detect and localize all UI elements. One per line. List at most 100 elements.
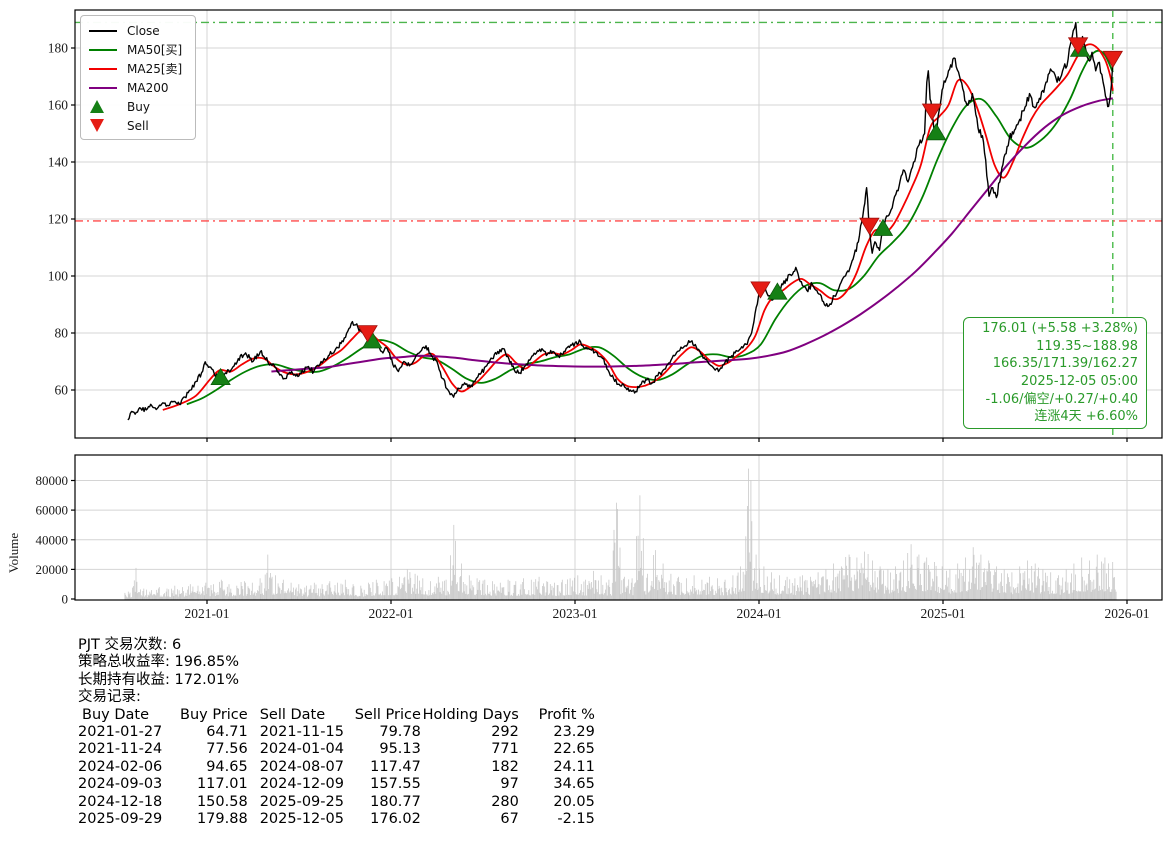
svg-text:80000: 80000 xyxy=(36,473,69,488)
legend: Close MA50[买] MA25[卖] MA200 Buy Sell xyxy=(80,15,196,140)
legend-label: MA25[卖] xyxy=(127,60,182,77)
trade-table-header: Buy DateBuy PriceSell DateSell PriceHold… xyxy=(78,707,595,724)
table-cell: 67 xyxy=(421,811,519,828)
table-row: 2024-09-03117.012024-12-09157.559734.65 xyxy=(78,776,595,793)
svg-text:20000: 20000 xyxy=(36,562,69,577)
legend-item-3: MA200 xyxy=(89,78,187,97)
legend-label: MA50[买] xyxy=(127,41,182,58)
table-row: 2025-09-29179.882025-12-05176.0267-2.15 xyxy=(78,811,595,828)
strategy-summary: PJT 交易次数: 6 策略总收益率: 196.85% 长期持有收益: 172.… xyxy=(78,637,595,828)
table-row: 2021-01-2764.712021-11-1579.7829223.29 xyxy=(78,724,595,741)
table-cell: 2025-09-29 xyxy=(78,811,180,828)
table-cell: 2021-11-24 xyxy=(78,741,180,758)
legend-line-swatch xyxy=(89,87,119,89)
trade-count-line: PJT 交易次数: 6 xyxy=(78,637,595,654)
legend-item-2: MA25[卖] xyxy=(89,59,187,78)
trade-record-label: 交易记录: xyxy=(78,689,595,706)
svg-text:2026-01: 2026-01 xyxy=(1105,606,1150,621)
table-cell: 2024-02-06 xyxy=(78,759,180,776)
info-line: 连涨4天 +6.60% xyxy=(968,408,1138,426)
legend-item-0: Close xyxy=(89,21,187,40)
buy-triangle-icon xyxy=(89,99,119,114)
svg-text:2025-01: 2025-01 xyxy=(921,606,966,621)
table-cell: 157.55 xyxy=(355,776,421,793)
table-row: 2024-12-18150.582025-09-25180.7728020.05 xyxy=(78,794,595,811)
svg-text:60000: 60000 xyxy=(36,503,69,518)
table-cell: 23.29 xyxy=(519,724,595,741)
legend-label: Buy xyxy=(127,100,150,114)
legend-label: MA200 xyxy=(127,81,168,95)
table-cell: 117.01 xyxy=(180,776,248,793)
table-cell: 2025-12-05 xyxy=(248,811,355,828)
legend-item-4: Buy xyxy=(89,97,187,116)
svg-text:180: 180 xyxy=(48,41,69,56)
strategy-return-line: 策略总收益率: 196.85% xyxy=(78,654,595,671)
svg-text:2022-01: 2022-01 xyxy=(369,606,414,621)
svg-text:160: 160 xyxy=(48,98,69,113)
info-line: -1.06/偏空/+0.27/+0.40 xyxy=(968,391,1138,409)
svg-text:40000: 40000 xyxy=(36,532,69,547)
info-line: 2025-12-05 05:00 xyxy=(968,373,1138,391)
table-cell: 179.88 xyxy=(180,811,248,828)
info-line: 119.35~188.98 xyxy=(968,338,1138,356)
table-cell: 292 xyxy=(421,724,519,741)
table-cell: 95.13 xyxy=(355,741,421,758)
table-cell: 176.02 xyxy=(355,811,421,828)
svg-text:Volume: Volume xyxy=(6,533,21,573)
table-cell: 97 xyxy=(421,776,519,793)
legend-label: Sell xyxy=(127,119,149,133)
legend-line-swatch xyxy=(89,30,119,32)
svg-text:60: 60 xyxy=(55,383,69,398)
svg-text:2023-01: 2023-01 xyxy=(553,606,598,621)
table-cell: 150.58 xyxy=(180,794,248,811)
legend-label: Close xyxy=(127,24,160,38)
table-row: 2021-11-2477.562024-01-0495.1377122.65 xyxy=(78,741,595,758)
svg-text:120: 120 xyxy=(48,212,69,227)
table-cell: 79.78 xyxy=(355,724,421,741)
svg-text:100: 100 xyxy=(48,269,69,284)
col-header: Buy Date xyxy=(78,707,180,724)
table-cell: 2024-12-09 xyxy=(248,776,355,793)
table-cell: 2024-12-18 xyxy=(78,794,180,811)
table-cell: 2021-01-27 xyxy=(78,724,180,741)
table-cell: 117.47 xyxy=(355,759,421,776)
svg-text:2021-01: 2021-01 xyxy=(185,606,230,621)
svg-text:2024-01: 2024-01 xyxy=(737,606,782,621)
table-cell: 2024-09-03 xyxy=(78,776,180,793)
info-line: 166.35/171.39/162.27 xyxy=(968,355,1138,373)
table-row: 2024-02-0694.652024-08-07117.4718224.11 xyxy=(78,759,595,776)
legend-line-swatch xyxy=(89,68,119,70)
col-header: Sell Price xyxy=(355,707,421,724)
trade-table: Buy DateBuy PriceSell DateSell PriceHold… xyxy=(78,707,595,829)
table-cell: 2024-01-04 xyxy=(248,741,355,758)
stock-strategy-dashboard: 60 80 100 120 140 160 180 0 20000 40000 60000 80000… xyxy=(0,0,1172,849)
svg-text:80: 80 xyxy=(55,326,69,341)
table-cell: 2025-09-25 xyxy=(248,794,355,811)
svg-text:0: 0 xyxy=(62,592,69,607)
col-header: Holding Days xyxy=(421,707,519,724)
table-cell: 22.65 xyxy=(519,741,595,758)
svg-text:140: 140 xyxy=(48,155,69,170)
table-cell: 24.11 xyxy=(519,759,595,776)
table-cell: 34.65 xyxy=(519,776,595,793)
col-header: Buy Price xyxy=(180,707,248,724)
table-cell: 77.56 xyxy=(180,741,248,758)
legend-line-swatch xyxy=(89,49,119,51)
table-cell: 2024-08-07 xyxy=(248,759,355,776)
table-cell: 182 xyxy=(421,759,519,776)
table-cell: 180.77 xyxy=(355,794,421,811)
table-cell: 280 xyxy=(421,794,519,811)
table-cell: 771 xyxy=(421,741,519,758)
legend-item-5: Sell xyxy=(89,116,187,135)
table-cell: -2.15 xyxy=(519,811,595,828)
col-header: Profit % xyxy=(519,707,595,724)
table-cell: 20.05 xyxy=(519,794,595,811)
table-cell: 64.71 xyxy=(180,724,248,741)
col-header: Sell Date xyxy=(248,707,355,724)
sell-triangle-icon xyxy=(89,118,119,133)
table-cell: 94.65 xyxy=(180,759,248,776)
table-cell: 2021-11-15 xyxy=(248,724,355,741)
info-line: 176.01 (+5.58 +3.28%) xyxy=(968,320,1138,338)
hold-return-line: 长期持有收益: 172.01% xyxy=(78,672,595,689)
legend-item-1: MA50[买] xyxy=(89,40,187,59)
